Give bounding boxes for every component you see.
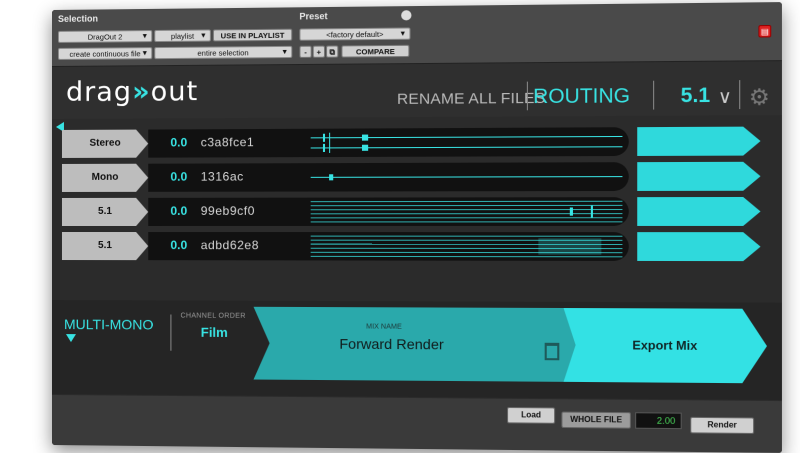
chevron-down-icon[interactable]: ∨: [718, 86, 732, 108]
tab-divider: [653, 81, 654, 110]
stage: Selection Preset DragOut 2 ▼ playlist ▼ US…: [0, 0, 800, 450]
dragout-logo: drag»out: [66, 76, 198, 108]
playlist-dropdown-value: playlist: [171, 32, 194, 41]
preset-copy-icon[interactable]: ⧉: [326, 45, 338, 57]
channel-order-label: CHANNEL ORDER: [181, 313, 246, 320]
logo-chevrons: »: [132, 76, 151, 107]
logo-text-left: drag: [66, 76, 132, 108]
compare-button[interactable]: COMPARE: [341, 45, 409, 58]
plugin-dropdown-value: DragOut 2: [88, 32, 123, 41]
track-filename[interactable]: c3a8fce1: [201, 135, 255, 149]
track-gain[interactable]: 0.0: [170, 135, 187, 149]
plugin-header: drag»out RENAME ALL FILES ROUTING 5.1 ∨ …: [52, 61, 782, 119]
mix-name-label: MIX NAME: [366, 323, 402, 330]
plugin-window: Selection Preset DragOut 2 ▼ playlist ▼ US…: [52, 2, 782, 453]
trash-icon[interactable]: [545, 343, 560, 361]
render-button[interactable]: Render: [690, 417, 754, 434]
preset-label: Preset: [299, 11, 327, 21]
export-panel: MULTI-MONO CHANNEL ORDER Film MIX NAME F…: [52, 300, 782, 400]
panel-divider: [170, 315, 171, 351]
preset-dropdown-value: <factory default>: [326, 30, 383, 40]
dropdown-arrow-icon: ▼: [200, 30, 207, 42]
settings-icon[interactable]: ⚙: [749, 84, 770, 111]
dropdown-arrow-icon: ▼: [141, 31, 148, 43]
mode-dropdown[interactable]: create continuous file▼: [58, 47, 152, 60]
preset-minus-button[interactable]: -: [299, 46, 311, 58]
dropdown-arrow-icon: ▼: [399, 29, 406, 41]
track-lane[interactable]: 0.0 99eb9cf0: [148, 197, 629, 226]
preset-menu-icon[interactable]: [401, 10, 411, 20]
track-lane[interactable]: 0.0 c3a8fce1: [148, 127, 629, 157]
mode-dropdown-value: create continuous file: [70, 49, 141, 59]
plugin-menu-icon[interactable]: ▤: [758, 25, 771, 38]
track-lane[interactable]: 0.0 1316ac: [148, 162, 629, 192]
track-filename[interactable]: 1316ac: [201, 169, 244, 183]
dropdown-arrow-icon: ▼: [141, 48, 148, 60]
whole-file-button[interactable]: WHOLE FILE: [561, 412, 630, 429]
host-controls-bar: Selection Preset DragOut 2 ▼ playlist ▼ US…: [52, 2, 782, 67]
track-lane[interactable]: 0.0 adbd62e8: [148, 232, 629, 261]
track-filename[interactable]: adbd62e8: [201, 238, 259, 252]
selection-label: Selection: [58, 14, 98, 24]
track-type-tab[interactable]: 5.1: [62, 198, 148, 226]
waveform: [311, 164, 623, 189]
logo-text-right: out: [151, 76, 199, 108]
waveform: [311, 129, 623, 155]
track-type-tab[interactable]: Stereo: [62, 130, 148, 158]
output-route-button[interactable]: [637, 127, 760, 156]
output-mode-arrow-icon[interactable]: [66, 334, 76, 342]
output-route-button[interactable]: [637, 232, 760, 261]
dropdown-arrow-icon: ▼: [281, 47, 288, 59]
footer-bar: Load WHOLE FILE 2.00 Render: [52, 395, 782, 453]
plugin-dropdown[interactable]: DragOut 2 ▼: [58, 30, 152, 43]
output-mode-label[interactable]: MULTI-MONO: [64, 316, 153, 332]
waveform: [311, 199, 623, 224]
preset-plus-button[interactable]: +: [313, 46, 325, 58]
playlist-dropdown[interactable]: playlist ▼: [154, 29, 211, 42]
track-filename[interactable]: 99eb9cf0: [201, 204, 255, 218]
speed-field[interactable]: 2.00: [635, 412, 682, 429]
channel-format-selector[interactable]: 5.1: [681, 84, 711, 108]
preset-dropdown[interactable]: <factory default> ▼: [299, 27, 410, 40]
channel-order-value[interactable]: Film: [201, 325, 228, 340]
waveform: [311, 234, 623, 259]
output-route-button[interactable]: [637, 197, 760, 226]
rename-all-files-tab[interactable]: RENAME ALL FILES: [397, 90, 545, 108]
routing-tab[interactable]: ROUTING: [533, 85, 630, 109]
export-mix-button[interactable]: Export Mix: [564, 308, 767, 383]
track-gain[interactable]: 0.0: [170, 170, 187, 184]
scope-dropdown-value: entire selection: [197, 48, 248, 58]
track-gain[interactable]: 0.0: [170, 204, 187, 218]
load-button[interactable]: Load: [507, 407, 555, 424]
tab-divider: [527, 82, 528, 111]
track-gain[interactable]: 0.0: [170, 238, 187, 252]
tab-divider: [739, 80, 740, 109]
use-in-playlist-button[interactable]: USE IN PLAYLIST: [213, 29, 292, 42]
scope-dropdown[interactable]: entire selection ▼: [154, 46, 292, 59]
track-type-tab[interactable]: Mono: [62, 164, 148, 192]
output-route-button[interactable]: [637, 162, 760, 191]
mix-name-box[interactable]: MIX NAME Forward Render: [254, 307, 581, 382]
mix-name-field[interactable]: Forward Render: [339, 336, 443, 353]
track-type-tab[interactable]: 5.1: [62, 232, 148, 260]
